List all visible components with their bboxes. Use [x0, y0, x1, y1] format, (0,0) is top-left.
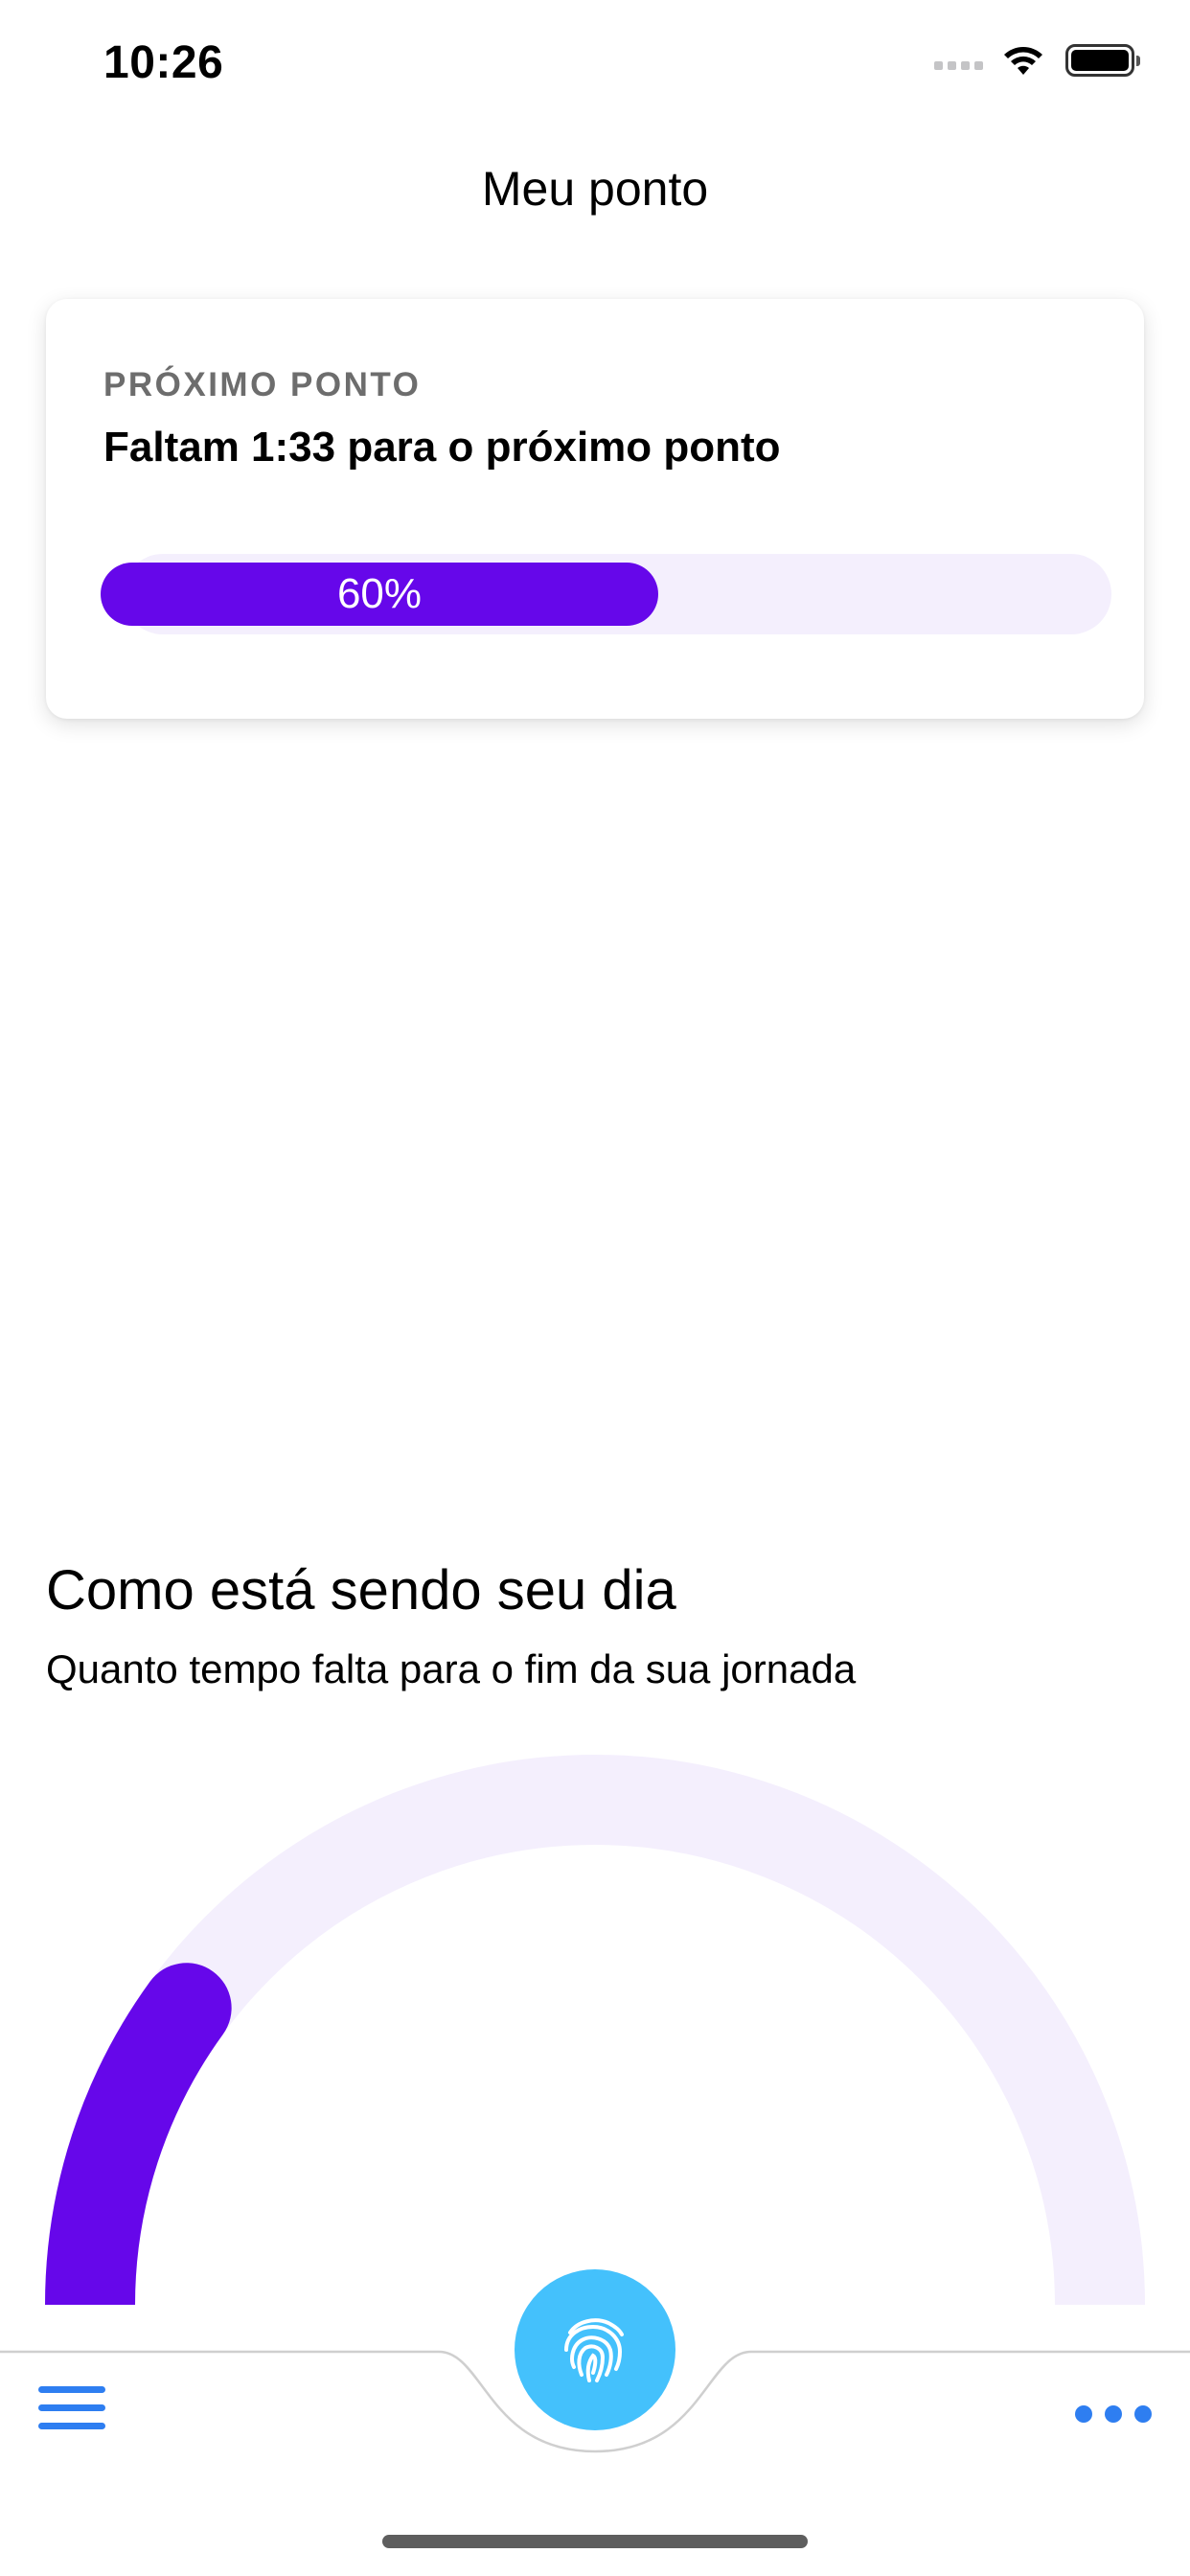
page-title: Meu ponto [481, 162, 709, 216]
fingerprint-icon [564, 2318, 624, 2382]
menu-icon[interactable] [38, 2386, 105, 2444]
battery-icon [1065, 44, 1140, 77]
wifi-icon [1004, 47, 1042, 75]
day-progress-gauge [0, 1755, 1190, 2319]
cellular-signal-icon [934, 60, 983, 70]
gauge-track [45, 1755, 1145, 2306]
card-eyebrow: PRÓXIMO PONTO [103, 366, 422, 403]
progress-label: 60% [336, 570, 423, 617]
section-title: Como está sendo seu dia [46, 1559, 676, 1622]
card-title: Faltam 1:33 para o próximo ponto [103, 424, 781, 471]
next-punch-card: PRÓXIMO PONTO Faltam 1:33 para o próximo… [46, 299, 1144, 719]
gauge-fill [45, 1963, 232, 2319]
home-indicator [382, 2535, 808, 2548]
status-time: 10:26 [103, 37, 224, 88]
fingerprint-button[interactable] [515, 2269, 675, 2430]
progress-bar-fill: 60% [101, 563, 658, 626]
more-icon[interactable] [1075, 2405, 1152, 2423]
status-indicators [934, 44, 1140, 77]
section-subtitle: Quanto tempo falta para o fim da sua jor… [46, 1646, 857, 1691]
